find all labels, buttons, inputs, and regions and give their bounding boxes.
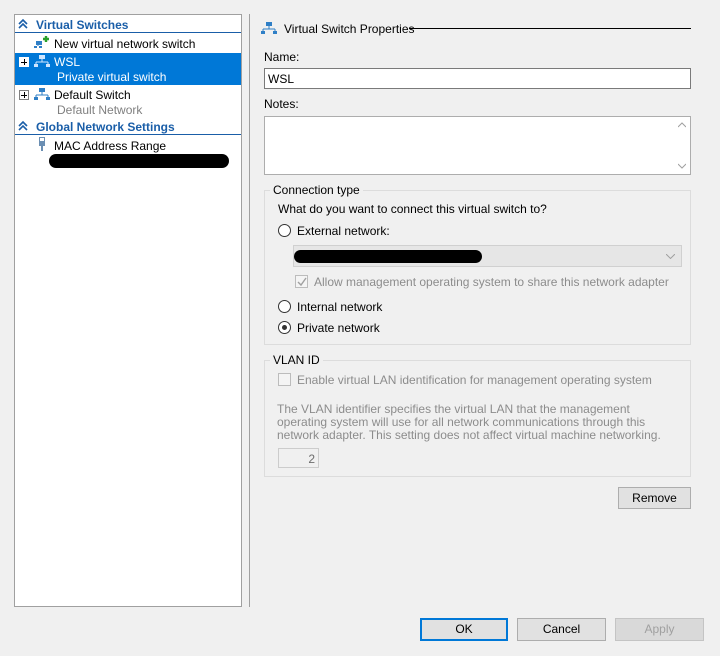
- tree-item-default-switch[interactable]: Default Switch Default Network: [15, 87, 241, 119]
- virtual-switches-label: Virtual Switches: [36, 18, 129, 32]
- external-network-label[interactable]: External network:: [297, 224, 390, 238]
- vlan-legend: VLAN ID: [270, 353, 323, 367]
- vlan-enable-checkbox[interactable]: [278, 373, 291, 386]
- properties-pane: Virtual Switch Properties Name: WSL Note…: [249, 14, 707, 607]
- section-divider: [15, 32, 241, 33]
- settings-tree[interactable]: Virtual Switches New virtual network swi…: [14, 14, 242, 607]
- expand-icon[interactable]: [19, 57, 29, 67]
- vlan-id-value: 2: [308, 452, 315, 466]
- name-label: Name:: [264, 50, 300, 64]
- network-switch-icon: [34, 55, 50, 67]
- scroll-up-icon[interactable]: [678, 122, 686, 128]
- tree-item-mac-range[interactable]: MAC Address Range: [15, 137, 241, 173]
- allow-management-checkbox[interactable]: [295, 275, 308, 288]
- tree-item-new-switch[interactable]: New virtual network switch: [15, 34, 241, 52]
- private-network-label[interactable]: Private network: [297, 321, 380, 335]
- collapse-chevron-icon[interactable]: [18, 120, 28, 132]
- apply-button[interactable]: Apply: [615, 618, 704, 641]
- tree-item-label: New virtual network switch: [54, 37, 196, 51]
- tree-item-wsl[interactable]: WSL Private virtual switch: [15, 53, 241, 85]
- cancel-button[interactable]: Cancel: [517, 618, 606, 641]
- vlan-enable-label: Enable virtual LAN identification for ma…: [297, 373, 652, 387]
- virtual-switches-header[interactable]: Virtual Switches: [15, 17, 241, 33]
- title-rule: [409, 28, 691, 29]
- vlan-description: The VLAN identifier specifies the virtua…: [277, 402, 661, 442]
- external-network-radio[interactable]: [278, 224, 291, 237]
- switch-type: Default Network: [57, 103, 143, 117]
- ok-button[interactable]: OK: [420, 618, 508, 641]
- switch-name: WSL: [54, 55, 81, 69]
- expand-icon[interactable]: [19, 90, 29, 100]
- network-adapter-icon: [39, 137, 45, 151]
- connection-type-group: Connection type What do you want to conn…: [264, 183, 691, 345]
- private-network-radio[interactable]: [278, 321, 291, 334]
- internal-network-radio[interactable]: [278, 300, 291, 313]
- name-field[interactable]: WSL: [264, 68, 691, 89]
- add-network-icon: [34, 36, 49, 48]
- notes-label: Notes:: [264, 97, 299, 111]
- chevron-down-icon: [666, 254, 675, 259]
- external-network-dropdown[interactable]: [293, 245, 682, 267]
- section-divider: [15, 134, 241, 135]
- notes-scrollbar[interactable]: [674, 117, 690, 174]
- global-network-header[interactable]: Global Network Settings: [15, 119, 241, 135]
- network-switch-icon: [34, 88, 50, 100]
- remove-button[interactable]: Remove: [618, 487, 691, 509]
- section-title: Virtual Switch Properties: [284, 22, 415, 36]
- internal-network-label[interactable]: Internal network: [297, 300, 382, 314]
- connect-question: What do you want to connect this virtual…: [278, 202, 547, 216]
- check-icon: [297, 277, 307, 287]
- notes-field[interactable]: [264, 116, 691, 175]
- name-value: WSL: [268, 72, 295, 86]
- collapse-chevron-icon[interactable]: [18, 18, 28, 30]
- scroll-down-icon[interactable]: [678, 163, 686, 169]
- allow-management-label: Allow management operating system to sha…: [314, 275, 669, 289]
- switch-name: Default Switch: [54, 88, 131, 102]
- redacted-value: [294, 250, 482, 263]
- redacted-value: [49, 154, 229, 168]
- switch-type: Private virtual switch: [57, 70, 167, 84]
- global-network-label: Global Network Settings: [36, 120, 175, 134]
- connection-type-legend: Connection type: [270, 183, 363, 197]
- tree-item-label: MAC Address Range: [54, 139, 167, 153]
- network-switch-icon: [261, 22, 277, 34]
- vlan-id-field[interactable]: 2: [278, 448, 319, 468]
- vlan-group: VLAN ID Enable virtual LAN identificatio…: [264, 353, 691, 477]
